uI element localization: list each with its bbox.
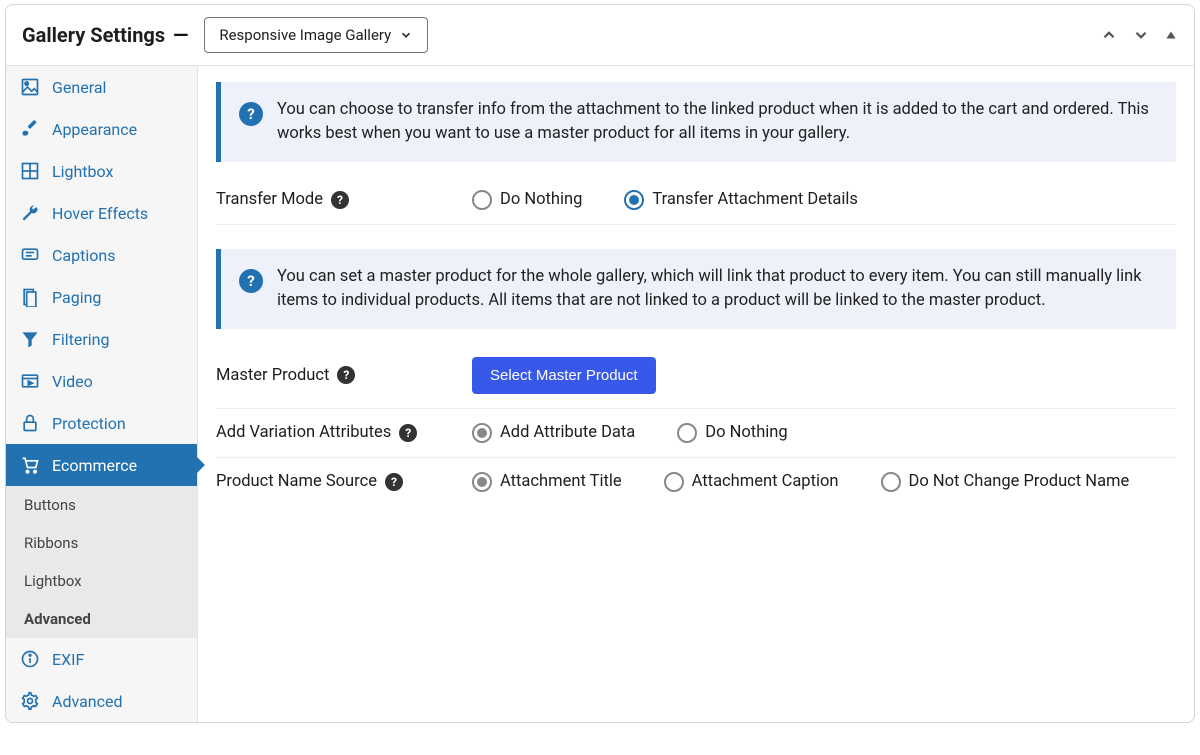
row-transfer-mode: Transfer Mode ? Do Nothing Transfer Atta… [216,176,1176,225]
sidebar-item-label: Advanced [52,692,123,711]
wrench-icon [20,203,40,223]
label-transfer-mode: Transfer Mode [216,190,323,209]
sidebar-item-label: Hover Effects [52,204,148,223]
gear-icon [20,691,40,711]
info-box-transfer: ? You can choose to transfer info from t… [216,82,1176,162]
sidebar-item-lightbox[interactable]: Lightbox [6,150,197,192]
radio-icon [472,190,492,210]
chevron-down-icon[interactable] [1132,26,1150,44]
label-product-name-source: Product Name Source [216,472,377,491]
panel-header: Gallery Settings — Responsive Image Gall… [6,5,1194,66]
radio-label: Do Not Change Product Name [909,472,1130,491]
minus-icon[interactable]: — [173,23,188,47]
sidebar-item-general[interactable]: General [6,66,197,108]
caption-icon [20,245,40,265]
sidebar-item-advanced[interactable]: Advanced [6,680,197,722]
chevron-up-icon[interactable] [1100,26,1118,44]
sidebar-item-label: Lightbox [52,162,113,181]
panel-title: Gallery Settings [22,23,165,47]
radio-icon [677,423,697,443]
settings-panel: Gallery Settings — Responsive Image Gall… [5,4,1195,723]
radio-label: Do Nothing [500,190,582,209]
video-icon [20,371,40,391]
sidebar-item-captions[interactable]: Captions [6,234,197,276]
info-box-master: ? You can set a master product for the w… [216,249,1176,329]
subitem-lightbox[interactable]: Lightbox [6,562,197,600]
sidebar-item-paging[interactable]: Paging [6,276,197,318]
radio-no-change[interactable]: Do Not Change Product Name [881,472,1130,492]
radio-transfer-details[interactable]: Transfer Attachment Details [624,190,858,210]
sidebar-item-label: Captions [52,246,115,265]
radio-icon [881,472,901,492]
subitem-ribbons[interactable]: Ribbons [6,524,197,562]
sidebar-item-exif[interactable]: EXIF [6,638,197,680]
help-icon[interactable]: ? [337,366,355,384]
sidebar-item-label: Video [52,372,93,391]
info-text: You can set a master product for the who… [277,265,1158,313]
select-master-product-button[interactable]: Select Master Product [472,357,656,394]
template-dropdown[interactable]: Responsive Image Gallery [204,17,428,53]
sidebar-item-label: Filtering [52,330,109,349]
subitem-advanced[interactable]: Advanced [6,600,197,638]
radio-label: Add Attribute Data [500,423,635,442]
radio-icon [624,190,644,210]
sidebar-item-ecommerce[interactable]: Ecommerce [6,444,197,486]
radio-label: Attachment Title [500,472,622,491]
content-area: ? You can choose to transfer info from t… [198,66,1194,722]
image-icon [20,77,40,97]
sidebar-item-filtering[interactable]: Filtering [6,318,197,360]
header-actions [1100,26,1178,44]
sidebar-item-video[interactable]: Video [6,360,197,402]
sidebar-item-label: General [52,78,106,97]
sidebar-item-label: Appearance [52,120,137,139]
cart-icon [20,455,40,475]
sidebar-item-protection[interactable]: Protection [6,402,197,444]
sidebar: General Appearance Lightbox Hover Effect… [6,66,198,722]
help-icon[interactable]: ? [399,424,417,442]
sidebar-item-label: Paging [52,288,101,307]
grid-icon [20,161,40,181]
question-icon: ? [239,269,263,293]
collapse-icon[interactable] [1164,28,1178,42]
dropdown-value: Responsive Image Gallery [219,26,391,44]
radio-label: Transfer Attachment Details [652,190,858,209]
help-icon[interactable]: ? [385,473,403,491]
label-master-product: Master Product [216,366,329,385]
sidebar-subitems: Buttons Ribbons Lightbox Advanced [6,486,197,638]
radio-do-nothing[interactable]: Do Nothing [472,190,582,210]
sidebar-item-label: Ecommerce [52,456,137,475]
row-variation-attrs: Add Variation Attributes ? Add Attribute… [216,409,1176,458]
radio-do-nothing-var[interactable]: Do Nothing [677,423,787,443]
lock-icon [20,413,40,433]
row-master-product: Master Product ? Select Master Product [216,343,1176,409]
sidebar-item-label: EXIF [52,650,84,669]
radio-add-attribute[interactable]: Add Attribute Data [472,423,635,443]
filter-icon [20,329,40,349]
help-icon[interactable]: ? [331,191,349,209]
sidebar-item-label: Protection [52,414,126,433]
brush-icon [20,119,40,139]
radio-label: Do Nothing [705,423,787,442]
sidebar-item-appearance[interactable]: Appearance [6,108,197,150]
info-text: You can choose to transfer info from the… [277,98,1158,146]
subitem-buttons[interactable]: Buttons [6,486,197,524]
row-product-name-source: Product Name Source ? Attachment Title A… [216,458,1176,506]
page-icon [20,287,40,307]
radio-icon [472,472,492,492]
question-icon: ? [239,102,263,126]
radio-attachment-title[interactable]: Attachment Title [472,472,622,492]
radio-label: Attachment Caption [692,472,839,491]
chevron-down-icon [399,28,413,42]
info-icon [20,649,40,669]
label-variation-attrs: Add Variation Attributes [216,423,391,442]
radio-icon [664,472,684,492]
radio-attachment-caption[interactable]: Attachment Caption [664,472,839,492]
radio-icon [472,423,492,443]
sidebar-item-hover-effects[interactable]: Hover Effects [6,192,197,234]
